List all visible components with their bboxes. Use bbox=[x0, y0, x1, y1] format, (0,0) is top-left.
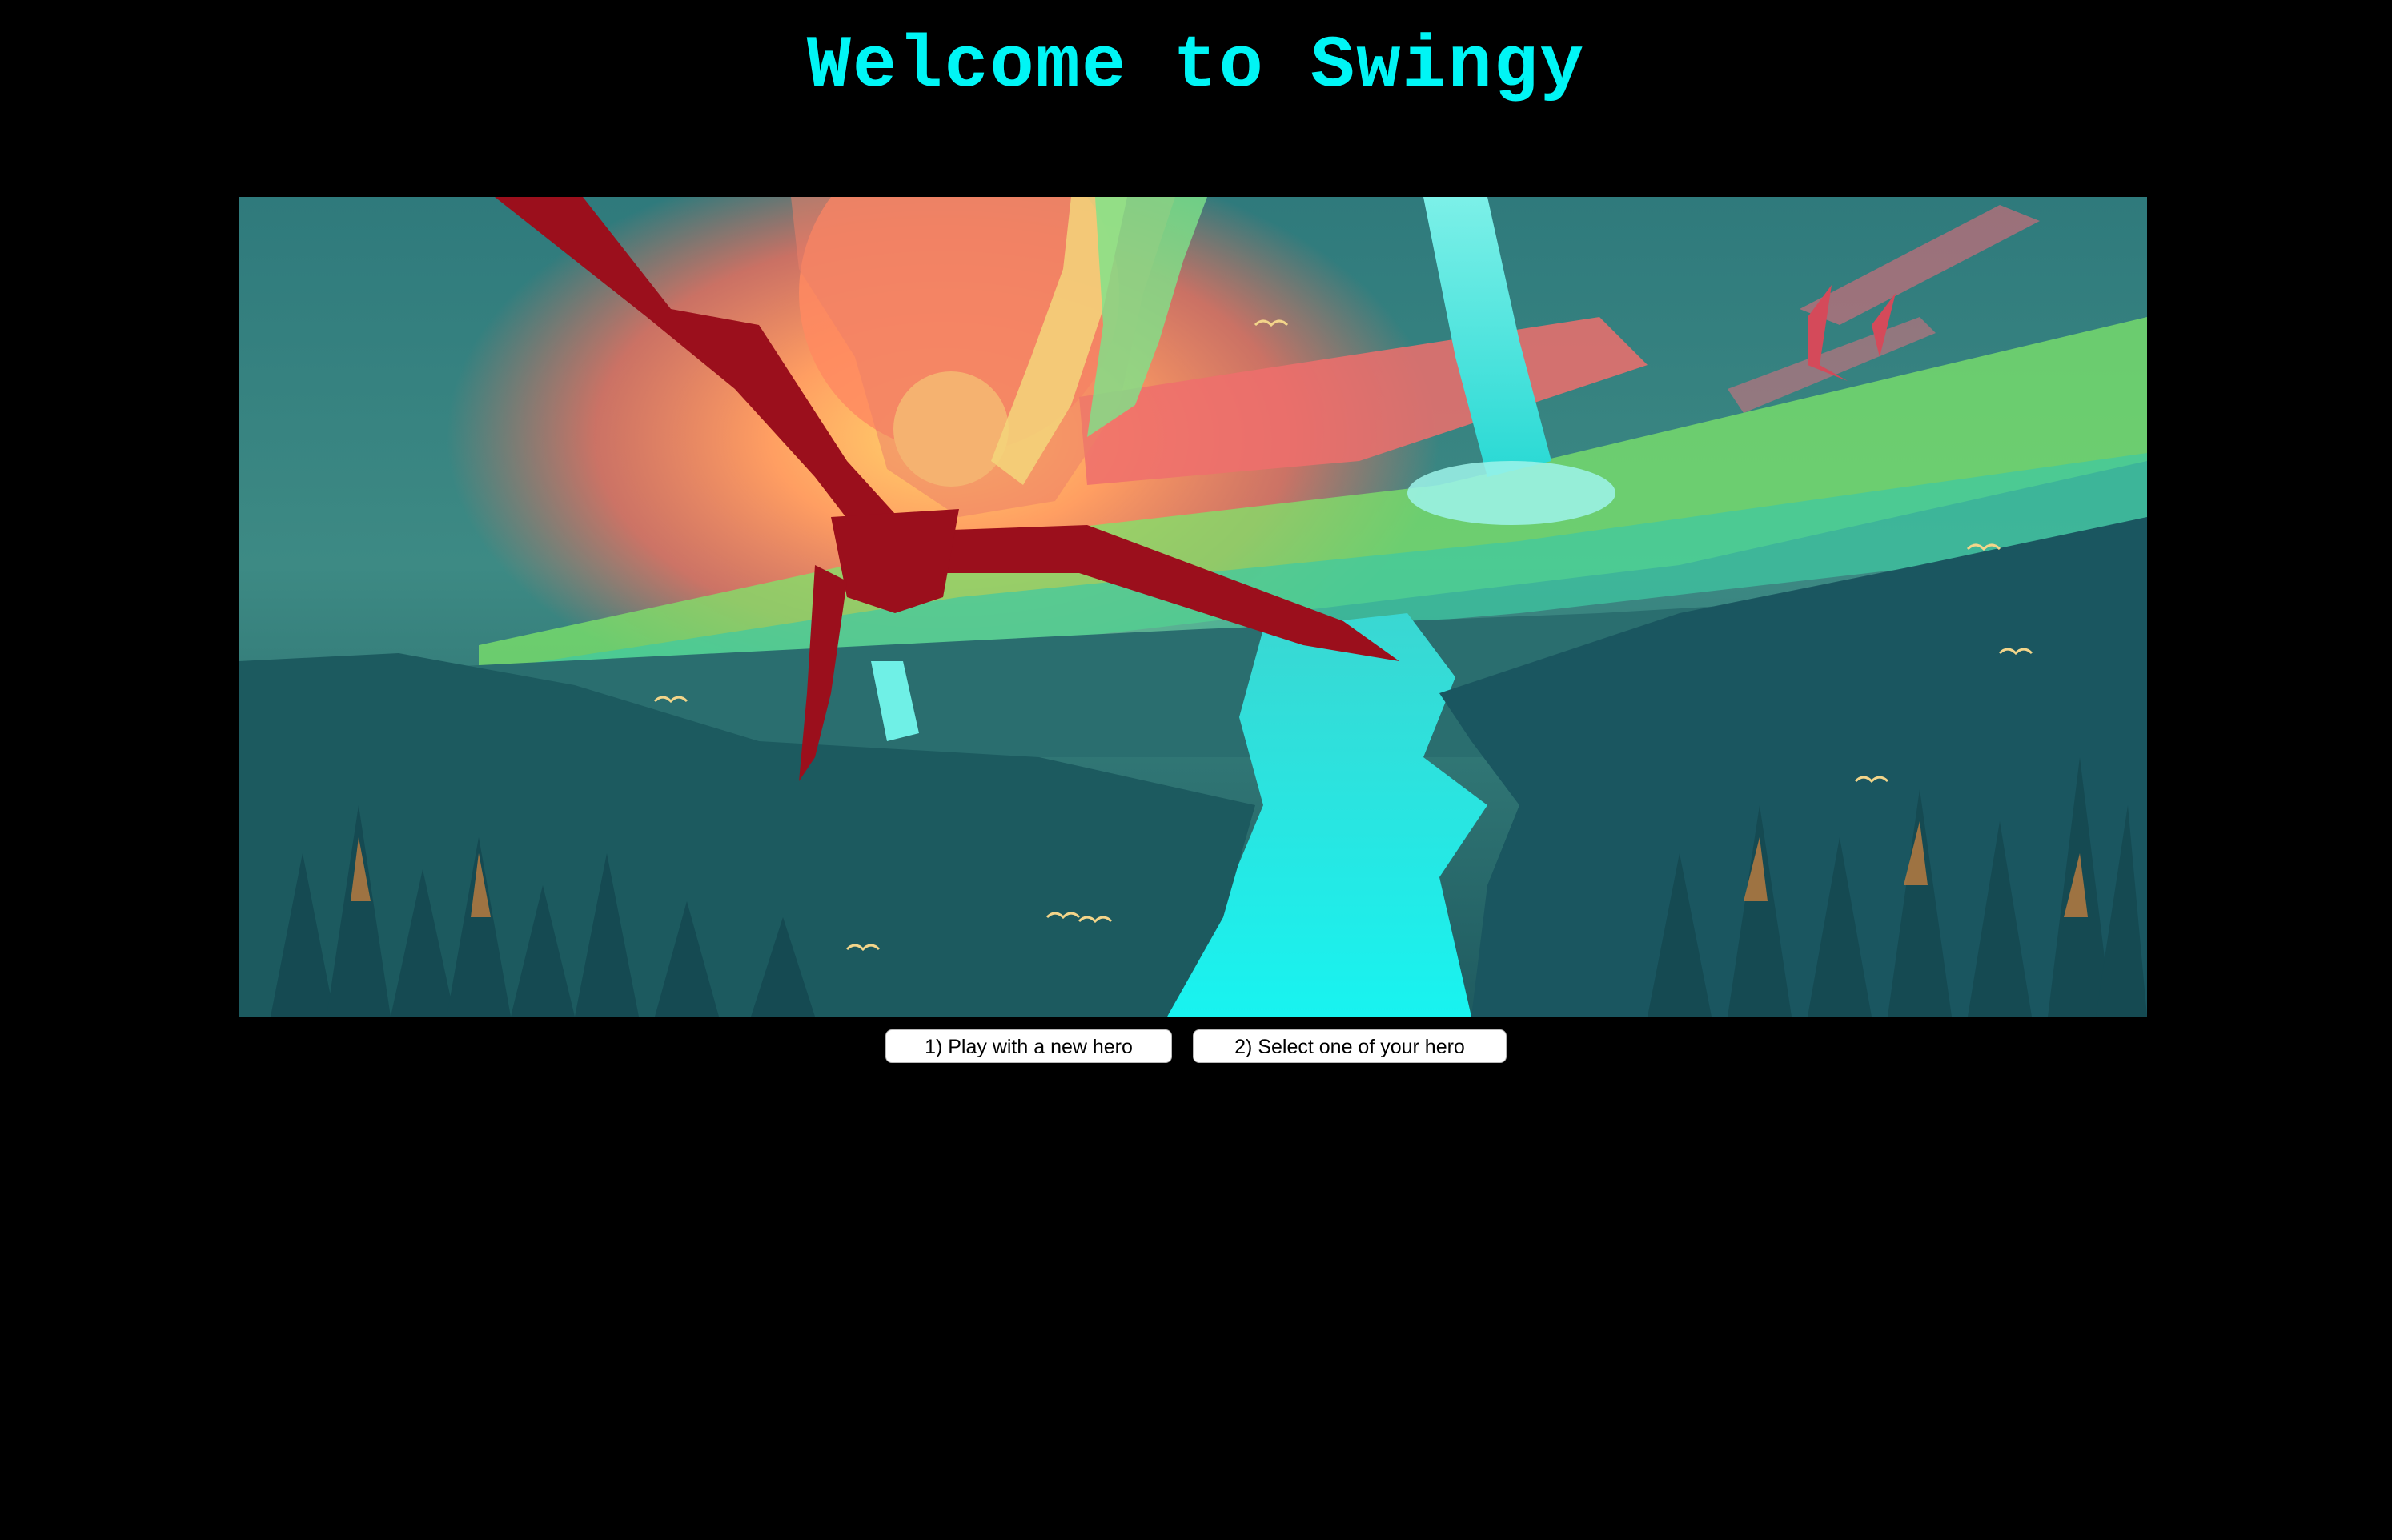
banner-image bbox=[239, 197, 2147, 1017]
play-new-hero-button[interactable]: 1) Play with a new hero bbox=[885, 1029, 1172, 1063]
page-title: Welcome to Swingy bbox=[806, 24, 1586, 108]
welcome-screen: Welcome to Swingy 1) Play with a new her… bbox=[0, 0, 2392, 1540]
menu-buttons: 1) Play with a new hero 2) Select one of… bbox=[0, 1029, 2392, 1063]
select-hero-button[interactable]: 2) Select one of your hero bbox=[1193, 1029, 1507, 1063]
